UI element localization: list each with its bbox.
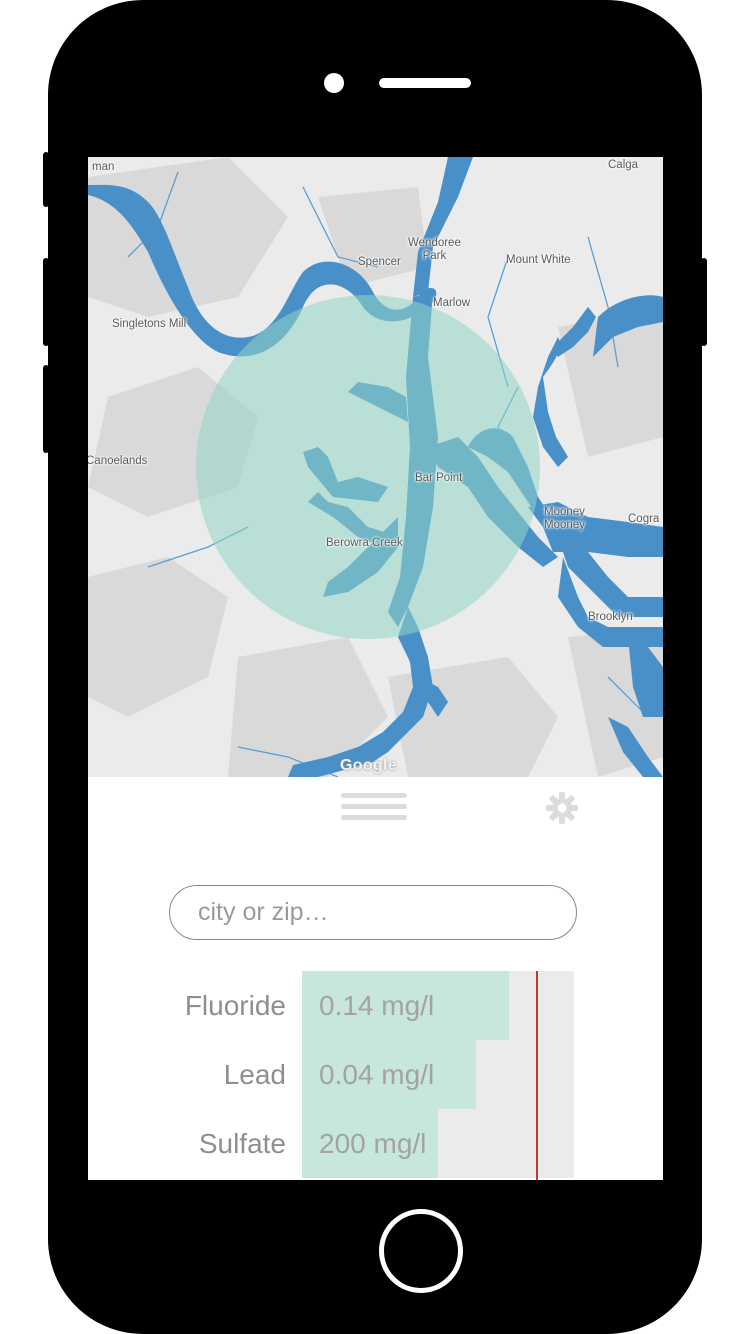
hamburger-menu-icon[interactable] [341,793,407,825]
metric-row-lead[interactable]: Lead 0.04 mg/l [88,1040,663,1109]
map-label-mount-white: Mount White [506,254,571,266]
power-button[interactable] [701,258,707,346]
search-radius-circle [196,295,540,639]
safety-limit-marker [536,971,538,1180]
front-camera [324,73,344,93]
map-label-man: man [92,161,115,173]
map-label-bar-point: Bar Point [415,472,463,484]
volume-up-button[interactable] [43,258,49,346]
map-label-brooklyn: Brooklyn [588,611,633,623]
home-button[interactable] [379,1209,463,1293]
gear-icon[interactable] [545,791,579,825]
metric-label: Sulfate [198,1128,286,1159]
map-label-berowra-creek: Berowra Creek [326,537,403,549]
mute-switch[interactable] [43,152,49,207]
map-label-wendoree-park: Wendoree Park [408,237,461,262]
metric-bar-track: 200 mg/l [302,1109,574,1178]
google-attribution: Google [340,757,397,774]
metric-value: 0.14 mg/l [319,990,435,1021]
earpiece-speaker [379,78,471,88]
map-label-spencer: Spencer [358,256,401,268]
metric-value: 0.04 mg/l [319,1059,435,1090]
map-label-calga: Calga [608,159,639,171]
metric-bar-track: 0.14 mg/l [302,971,574,1040]
toolbar [88,777,663,837]
map-drawing [88,157,663,777]
metric-value: 200 mg/l [319,1128,427,1159]
metric-label: Fluoride [184,990,286,1021]
metric-label: Lead [223,1059,286,1090]
map-label-canoelands: Canoelands [88,455,148,467]
volume-down-button[interactable] [43,365,49,453]
metric-row-sulfate[interactable]: Sulfate 200 mg/l [88,1109,663,1178]
app-screen: man Calga Wendoree Park Spencer Mount Wh… [88,157,663,1180]
map-label-cogra: Cogra [628,513,660,525]
map-label-marlow: Marlow [433,297,471,309]
search-input[interactable] [169,885,577,940]
map-label-singletons-mill: Singletons Mill [112,318,187,330]
map-view[interactable]: man Calga Wendoree Park Spencer Mount Wh… [88,157,663,777]
metric-row-fluoride[interactable]: Fluoride 0.14 mg/l [88,971,663,1040]
metric-bar-track: 0.04 mg/l [302,1040,574,1109]
map-label-mooney-mooney: Mooney Mooney [544,506,585,531]
